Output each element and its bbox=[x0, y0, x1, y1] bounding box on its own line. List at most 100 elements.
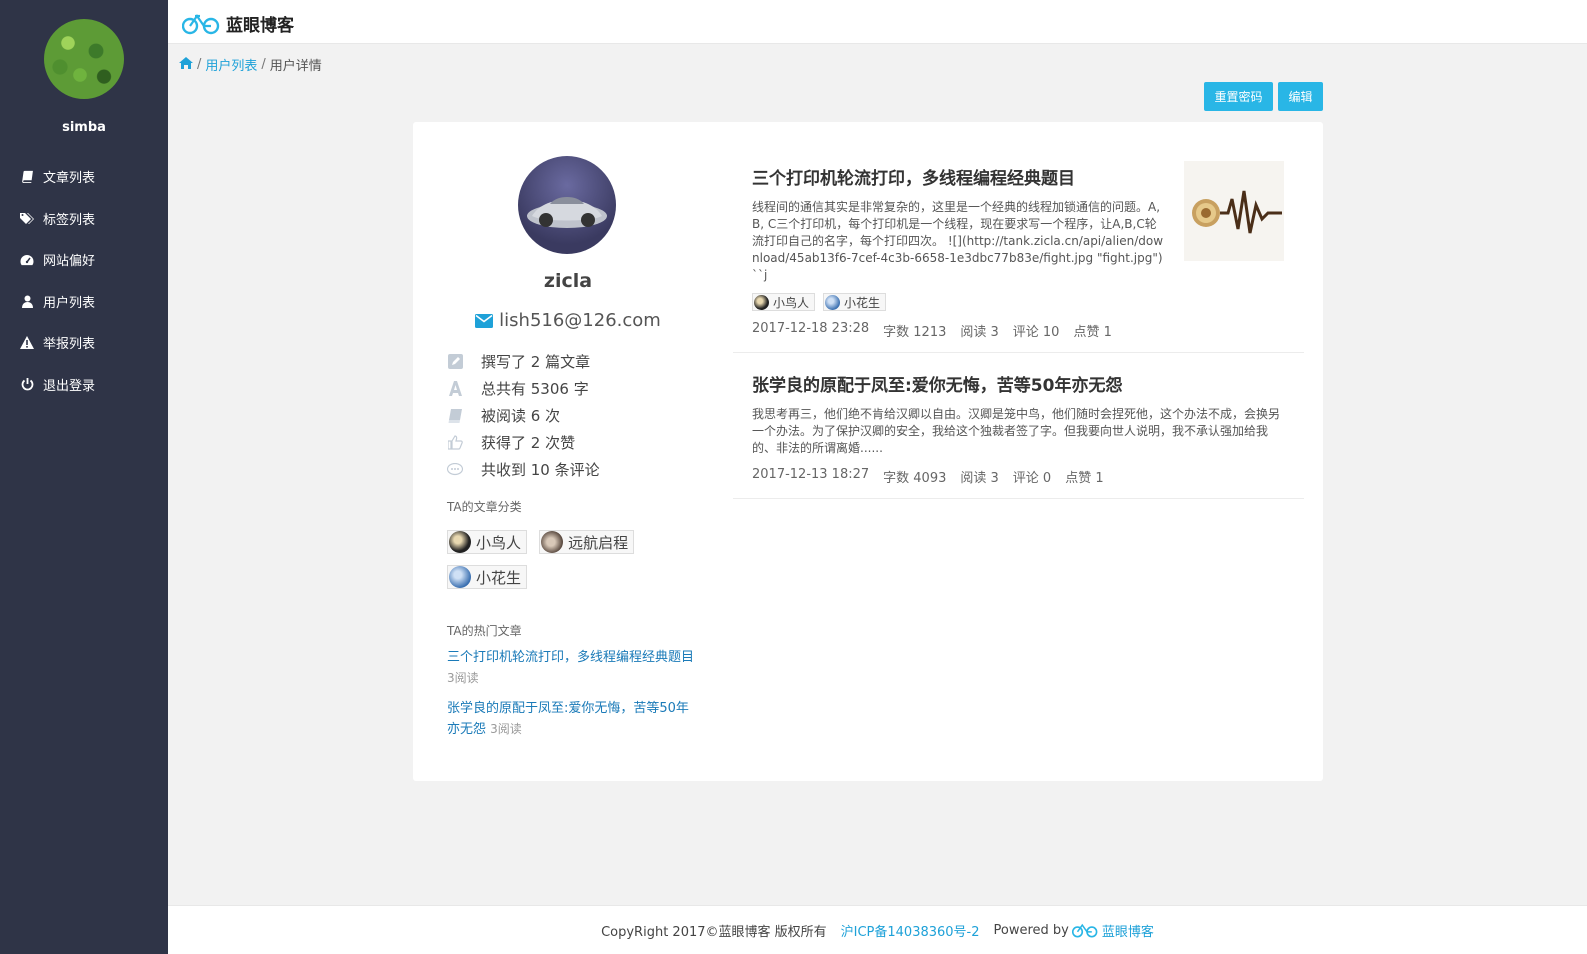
article-list: 三个打印机轮流打印，多线程编程经典题目 线程间的通信其实是非常复杂的，这里是一个… bbox=[733, 146, 1304, 499]
article-title[interactable]: 张学良的原配于凤至:爱你无悔，苦等50年亦无怨 bbox=[752, 371, 1304, 396]
sidebar-item-label: 标签列表 bbox=[43, 212, 96, 228]
warning-icon bbox=[20, 336, 34, 350]
sidebar-menu: 文章列表 标签列表 网站偏好 用户列表 举报列表 退出登录 bbox=[0, 156, 168, 405]
sidebar-avatar[interactable] bbox=[44, 19, 124, 99]
footer: CopyRight 2017©蓝眼博客 版权所有 沪ICP备14038360号-… bbox=[168, 905, 1587, 954]
stat-reads: 被阅读 6 次 bbox=[447, 402, 600, 429]
article-thumbnail[interactable] bbox=[1184, 161, 1284, 261]
article-date: 2017-12-13 18:27 bbox=[752, 467, 870, 482]
tag-image bbox=[754, 294, 769, 310]
hot-article-item[interactable]: 三个打印机轮流打印，多线程编程经典题目 3阅读 bbox=[447, 648, 697, 689]
sidebar: simba 文章列表 标签列表 网站偏好 用户列表 举报列表 退出登录 bbox=[0, 0, 168, 954]
article-reads: 阅读 3 bbox=[960, 471, 999, 486]
article-item: 张学良的原配于凤至:爱你无悔，苦等50年亦无怨 我思考再三，他们绝不肯给汉卿以自… bbox=[733, 353, 1304, 499]
pencil-icon bbox=[447, 354, 463, 370]
user-detail-card: zicla lish516@126.com 撰写了 2 篇文章 总共有 5306… bbox=[413, 122, 1323, 781]
profile-email-text: lish516@126.com bbox=[499, 310, 661, 331]
stat-text: 被阅读 6 次 bbox=[481, 407, 561, 425]
category-tag[interactable]: 小鸟人 bbox=[447, 530, 528, 554]
power-icon bbox=[20, 377, 34, 391]
reset-password-button[interactable]: 重置密码 bbox=[1204, 82, 1273, 111]
book-icon bbox=[20, 170, 34, 184]
breadcrumb-current: 用户详情 bbox=[269, 59, 322, 74]
app-logo[interactable]: 蓝眼博客 bbox=[182, 11, 294, 36]
tag-image bbox=[825, 294, 841, 310]
hot-article-title[interactable]: 张学良的原配于凤至:爱你无悔，苦等50年亦无怨 bbox=[447, 701, 689, 737]
stat-comments: 共收到 10 条评论 bbox=[447, 456, 600, 483]
sidebar-item-users[interactable]: 用户列表 bbox=[0, 281, 168, 323]
stat-likes: 获得了 2 次赞 bbox=[447, 429, 600, 456]
user-icon bbox=[20, 294, 34, 308]
article-words: 字数 4093 bbox=[883, 471, 947, 486]
sidebar-item-reports[interactable]: 举报列表 bbox=[0, 322, 168, 364]
category-label: 小鸟人 bbox=[476, 533, 522, 552]
hot-articles-title: TA的热门文章 bbox=[447, 624, 522, 638]
sidebar-item-label: 网站偏好 bbox=[43, 254, 96, 270]
stat-text: 总共有 5306 字 bbox=[481, 380, 589, 398]
font-icon bbox=[447, 381, 463, 397]
hot-article-item[interactable]: 张学良的原配于凤至:爱你无悔，苦等50年亦无怨 3阅读 bbox=[447, 699, 697, 740]
thumbs-up-icon bbox=[447, 435, 463, 451]
book-icon bbox=[447, 408, 463, 424]
article-likes: 点赞 1 bbox=[1073, 325, 1112, 340]
category-tag[interactable]: 远航启程 bbox=[539, 530, 635, 554]
category-label: 小花生 bbox=[476, 568, 522, 587]
envelope-icon bbox=[475, 313, 494, 328]
article-date: 2017-12-18 23:28 bbox=[752, 321, 870, 336]
hot-article-title[interactable]: 三个打印机轮流打印，多线程编程经典题目 bbox=[447, 650, 694, 665]
footer-copyright: CopyRight 2017©蓝眼博客 版权所有 bbox=[601, 924, 827, 940]
sidebar-item-label: 退出登录 bbox=[43, 378, 96, 394]
sidebar-item-tags[interactable]: 标签列表 bbox=[0, 198, 168, 240]
article-tag[interactable]: 小鸟人 bbox=[752, 293, 816, 311]
article-tag[interactable]: 小花生 bbox=[823, 293, 887, 311]
article-meta: 2017-12-18 23:28 字数 1213 阅读 3 评论 10 点赞 1 bbox=[752, 321, 1164, 340]
article-summary: 我思考再三，他们绝不肯给汉卿以自由。汉卿是笼中鸟，他们随时会捏死他，这个办法不成… bbox=[752, 407, 1281, 455]
breadcrumb-user-list-link[interactable]: 用户列表 bbox=[205, 55, 257, 74]
hot-articles-list: 三个打印机轮流打印，多线程编程经典题目 3阅读 张学良的原配于凤至:爱你无悔，苦… bbox=[447, 648, 697, 750]
stat-articles: 撰写了 2 篇文章 bbox=[447, 348, 600, 375]
sidebar-item-label: 用户列表 bbox=[43, 295, 96, 311]
sidebar-item-preferences[interactable]: 网站偏好 bbox=[0, 239, 168, 281]
category-list: 小鸟人 远航启程 小花生 bbox=[447, 530, 687, 600]
stat-words: 总共有 5306 字 bbox=[447, 375, 600, 402]
category-image bbox=[541, 531, 564, 553]
sidebar-item-label: 举报列表 bbox=[43, 337, 96, 353]
sidebar-item-logout[interactable]: 退出登录 bbox=[0, 364, 168, 406]
footer-powered-label: Powered by bbox=[993, 922, 1069, 938]
footer-brand-link[interactable]: 蓝眼博客 bbox=[1102, 921, 1154, 940]
profile-stats: 撰写了 2 篇文章 总共有 5306 字 被阅读 6 次 获得了 2 次赞 共收… bbox=[447, 348, 600, 483]
category-label: 远航启程 bbox=[568, 533, 629, 552]
tags-icon bbox=[20, 211, 34, 225]
sidebar-item-articles[interactable]: 文章列表 bbox=[0, 156, 168, 198]
stat-text: 共收到 10 条评论 bbox=[481, 461, 600, 479]
article-reads: 阅读 3 bbox=[960, 325, 999, 340]
bike-logo-icon bbox=[1071, 923, 1098, 937]
comment-icon bbox=[447, 462, 463, 478]
article-likes: 点赞 1 bbox=[1065, 471, 1104, 486]
bike-logo-icon bbox=[182, 13, 220, 34]
home-icon[interactable] bbox=[179, 56, 193, 73]
article-title[interactable]: 三个打印机轮流打印，多线程编程经典题目 bbox=[752, 164, 1164, 189]
footer-icp-link[interactable]: 沪ICP备14038360号-2 bbox=[841, 921, 980, 940]
tag-label: 小花生 bbox=[844, 295, 881, 310]
article-tags: 小鸟人 小花生 bbox=[752, 293, 1164, 311]
category-tag[interactable]: 小花生 bbox=[447, 565, 528, 589]
article-comments: 评论 0 bbox=[1012, 471, 1052, 486]
breadcrumb-separator: / bbox=[197, 57, 202, 72]
dashboard-icon bbox=[20, 253, 34, 267]
edit-button[interactable]: 编辑 bbox=[1278, 82, 1323, 111]
hot-article-reads: 3阅读 bbox=[490, 722, 522, 736]
article-words: 字数 1213 bbox=[883, 325, 947, 340]
sidebar-item-label: 文章列表 bbox=[43, 171, 96, 187]
profile-name: zicla bbox=[543, 270, 593, 292]
top-header: 蓝眼博客 bbox=[168, 0, 1587, 44]
article-item: 三个打印机轮流打印，多线程编程经典题目 线程间的通信其实是非常复杂的，这里是一个… bbox=[733, 146, 1304, 353]
tag-label: 小鸟人 bbox=[773, 295, 810, 310]
article-meta: 2017-12-13 18:27 字数 4093 阅读 3 评论 0 点赞 1 bbox=[752, 467, 1304, 486]
category-image bbox=[449, 566, 471, 588]
app-name: 蓝眼博客 bbox=[226, 16, 294, 36]
category-image bbox=[449, 531, 471, 553]
article-comments: 评论 10 bbox=[1012, 325, 1060, 340]
stat-text: 获得了 2 次赞 bbox=[481, 434, 576, 452]
stat-text: 撰写了 2 篇文章 bbox=[481, 353, 591, 371]
